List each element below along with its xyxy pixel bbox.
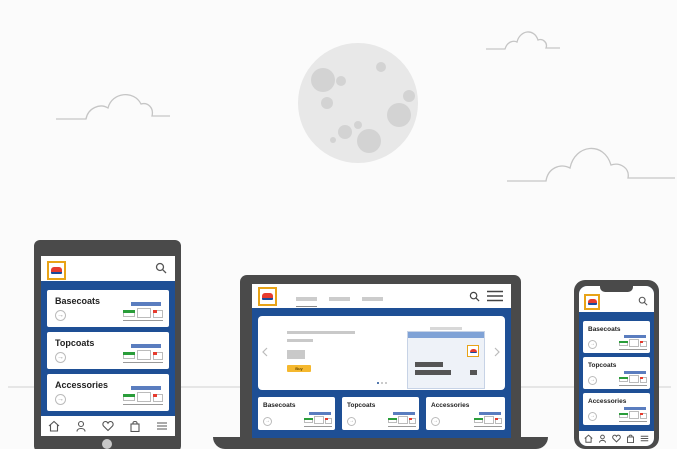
phone-notch [600, 286, 633, 292]
laptop-screen: Buy Basecoats → Topcoats → Accessories → [252, 284, 511, 438]
nav-link-2[interactable] [329, 297, 350, 301]
hero-heading-line [287, 331, 355, 334]
category-title: Basecoats [588, 326, 621, 333]
tablet-home-button[interactable] [102, 439, 112, 449]
hero-text-block [287, 350, 305, 359]
phone-screen: Basecoats → Topcoats → Accessories → [579, 286, 654, 446]
product-thumbnail [123, 386, 163, 408]
hamburger-menu-icon[interactable] [487, 290, 503, 302]
search-icon[interactable] [638, 296, 648, 306]
heart-icon[interactable] [612, 434, 621, 443]
heart-icon[interactable] [102, 420, 114, 432]
cloud-right [507, 147, 675, 182]
shopping-bag-icon[interactable] [129, 420, 141, 432]
tablet-screen: Basecoats → Topcoats → Accessories → [41, 256, 175, 436]
user-icon[interactable] [75, 420, 87, 432]
cloud-left [56, 94, 170, 120]
search-icon[interactable] [469, 291, 480, 302]
category-card-basecoats[interactable]: Basecoats → [258, 397, 335, 430]
hero-banner: Buy [258, 316, 505, 390]
arrow-right-circle-icon[interactable]: → [347, 417, 356, 426]
product-thumbnail [474, 412, 502, 428]
category-title: Topcoats [347, 402, 376, 409]
hero-cta-button[interactable]: Buy [287, 365, 311, 372]
laptop-base [213, 437, 548, 449]
category-card-accessories[interactable]: Accessories → [426, 397, 505, 430]
product-thumbnail [619, 407, 647, 423]
category-card-basecoats[interactable]: Basecoats → [583, 321, 650, 353]
product-thumbnail [123, 344, 163, 366]
category-title: Basecoats [55, 296, 101, 306]
nav-link-3[interactable] [362, 297, 383, 301]
category-title: Accessories [55, 380, 109, 390]
product-thumbnail [619, 335, 647, 351]
nav-link-1[interactable] [296, 297, 317, 301]
product-thumbnail [619, 371, 647, 387]
arrow-right-circle-icon[interactable]: → [588, 412, 597, 421]
arrow-right-circle-icon[interactable]: → [55, 352, 66, 363]
category-card-accessories[interactable]: Accessories → [47, 374, 169, 411]
shopping-bag-icon[interactable] [626, 434, 635, 443]
brand-logo[interactable] [47, 261, 66, 280]
laptop-header [252, 284, 511, 308]
nav-link-1-underline [296, 306, 317, 307]
mockup-logo [467, 345, 479, 357]
category-card-topcoats[interactable]: Topcoats → [47, 332, 169, 369]
arrow-right-circle-icon[interactable]: → [588, 376, 597, 385]
product-thumbnail [304, 412, 332, 428]
arrow-right-circle-icon[interactable]: → [55, 310, 66, 321]
phone-bottom-nav [579, 431, 654, 446]
category-card-accessories[interactable]: Accessories → [583, 393, 650, 425]
category-title: Accessories [431, 402, 470, 409]
category-card-topcoats[interactable]: Topcoats → [583, 357, 650, 389]
hero-cta-label: Buy [295, 366, 303, 371]
hero-product-mockup [407, 327, 485, 389]
home-icon[interactable] [48, 420, 60, 432]
arrow-right-circle-icon[interactable]: → [431, 417, 440, 426]
chevron-right-icon[interactable] [494, 347, 500, 357]
category-card-basecoats[interactable]: Basecoats → [47, 290, 169, 327]
category-card-topcoats[interactable]: Topcoats → [342, 397, 419, 430]
tablet-header [41, 256, 175, 281]
arrow-right-circle-icon[interactable]: → [263, 417, 272, 426]
category-title: Basecoats [263, 402, 296, 409]
search-icon[interactable] [155, 262, 167, 274]
home-icon[interactable] [584, 434, 593, 443]
brand-logo[interactable] [258, 287, 277, 306]
user-icon[interactable] [598, 434, 607, 443]
brand-logo[interactable] [584, 294, 600, 310]
carousel-indicators[interactable] [377, 382, 389, 385]
category-title: Topcoats [55, 338, 95, 348]
product-thumbnail [123, 302, 163, 324]
chevron-left-icon[interactable] [262, 347, 268, 357]
category-title: Accessories [588, 398, 627, 405]
cloud-top-right [486, 31, 560, 50]
tablet-bottom-nav [41, 416, 175, 436]
hamburger-menu-icon[interactable] [156, 420, 168, 432]
category-title: Topcoats [588, 362, 617, 369]
arrow-right-circle-icon[interactable]: → [55, 394, 66, 405]
hamburger-menu-icon[interactable] [640, 434, 649, 443]
moon-illustration [298, 43, 418, 163]
hero-subheading-line [287, 339, 313, 342]
arrow-right-circle-icon[interactable]: → [588, 340, 597, 349]
product-thumbnail [388, 412, 416, 428]
